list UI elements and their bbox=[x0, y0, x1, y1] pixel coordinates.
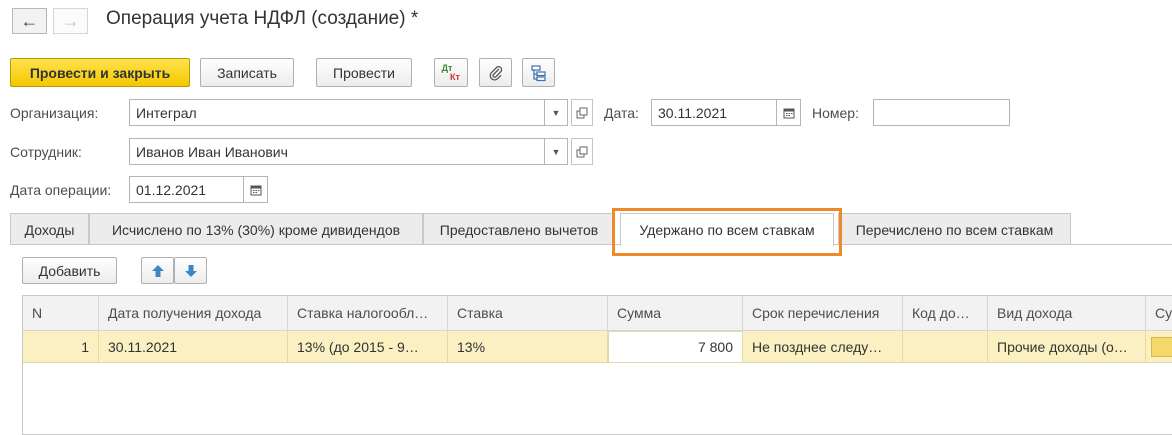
column-header-income-date[interactable]: Дата получения дохода bbox=[99, 296, 288, 331]
arrow-down-icon bbox=[184, 264, 197, 277]
chevron-down-icon: ▼ bbox=[551, 107, 561, 118]
date-calendar-button[interactable] bbox=[777, 99, 801, 126]
table-cell-transfer-term[interactable]: Не позднее следу… bbox=[743, 331, 903, 363]
organization-dropdown-button[interactable]: ▼ bbox=[545, 99, 568, 126]
structure-icon bbox=[530, 64, 546, 81]
employee-dropdown-button[interactable]: ▼ bbox=[545, 138, 568, 165]
column-header-income-type[interactable]: Вид дохода bbox=[988, 296, 1146, 331]
date-field[interactable]: 30.11.2021 bbox=[651, 99, 777, 126]
structure-button[interactable] bbox=[522, 58, 555, 87]
table-cell-rate[interactable]: 13% bbox=[448, 331, 608, 363]
column-header-transfer-term[interactable]: Срок перечисления bbox=[743, 296, 903, 331]
move-up-button[interactable] bbox=[141, 257, 174, 284]
tab-calculated[interactable]: Исчислено по 13% (30%) кроме дивидендов bbox=[89, 213, 423, 245]
arrow-left-icon: ← bbox=[20, 10, 39, 31]
table-cell-income-code[interactable] bbox=[903, 331, 988, 363]
calendar-icon bbox=[250, 185, 261, 195]
column-header-rate[interactable]: Ставка bbox=[448, 296, 608, 331]
forward-button[interactable]: → bbox=[53, 8, 88, 34]
operation-date-field[interactable]: 01.12.2021 bbox=[129, 176, 244, 203]
column-header-amount[interactable]: Сумма bbox=[608, 296, 743, 331]
column-header-income-code[interactable]: Код до… bbox=[903, 296, 988, 331]
arrow-up-icon bbox=[151, 264, 164, 277]
calendar-icon bbox=[783, 108, 794, 118]
organization-open-button[interactable] bbox=[571, 99, 593, 126]
table-cell-income-date[interactable]: 30.11.2021 bbox=[99, 331, 288, 363]
move-down-button[interactable] bbox=[174, 257, 207, 284]
kt-label: Кт bbox=[450, 71, 460, 82]
number-label: Номер: bbox=[812, 105, 859, 121]
column-header-amount-2[interactable]: Су bbox=[1146, 296, 1172, 331]
operation-date-label: Дата операции: bbox=[10, 182, 112, 198]
operation-date-calendar-button[interactable] bbox=[244, 176, 268, 203]
employee-open-button[interactable] bbox=[571, 138, 593, 165]
table-cell-amount[interactable]: 7 800 bbox=[608, 331, 743, 363]
organization-field[interactable]: Интеграл bbox=[129, 99, 545, 126]
save-button[interactable]: Записать bbox=[200, 58, 294, 87]
open-icon bbox=[576, 107, 588, 118]
employee-field[interactable]: Иванов Иван Иванович bbox=[129, 138, 545, 165]
table-cell-n[interactable]: 1 bbox=[23, 331, 99, 363]
tab-income[interactable]: Доходы bbox=[10, 213, 89, 245]
active-tab-highlight bbox=[612, 208, 842, 256]
paperclip-icon bbox=[489, 65, 502, 81]
back-button[interactable]: ← bbox=[12, 8, 47, 34]
attach-button[interactable] bbox=[479, 58, 512, 87]
dt-kt-button[interactable]: Дт Кт bbox=[434, 58, 468, 87]
cell-edit-marker bbox=[1151, 337, 1172, 357]
number-field[interactable] bbox=[873, 99, 1010, 126]
withheld-table[interactable]: N Дата получения дохода Ставка налогообл… bbox=[22, 295, 1172, 435]
tab-deductions[interactable]: Предоставлено вычетов bbox=[423, 213, 615, 245]
organization-label: Организация: bbox=[10, 105, 99, 121]
tab-divider bbox=[10, 244, 1172, 245]
chevron-down-icon: ▼ bbox=[551, 146, 561, 157]
employee-label: Сотрудник: bbox=[10, 144, 82, 160]
column-header-tax-rate-type[interactable]: Ставка налогообл… bbox=[288, 296, 448, 331]
post-button[interactable]: Провести bbox=[316, 58, 412, 87]
post-and-close-button[interactable]: Провести и закрыть bbox=[10, 58, 190, 87]
arrow-right-icon: → bbox=[61, 10, 80, 31]
tab-transferred[interactable]: Перечислено по всем ставкам bbox=[838, 213, 1071, 245]
table-cell-tax-rate-type[interactable]: 13% (до 2015 - 9… bbox=[288, 331, 448, 363]
page-title: Операция учета НДФЛ (создание) * bbox=[106, 8, 419, 29]
table-cell-income-type[interactable]: Прочие доходы (о… bbox=[988, 331, 1146, 363]
date-label: Дата: bbox=[604, 105, 639, 121]
column-header-n[interactable]: N bbox=[23, 296, 99, 331]
table-cell-amount-2[interactable] bbox=[1146, 331, 1172, 363]
open-icon bbox=[576, 146, 588, 157]
add-button[interactable]: Добавить bbox=[22, 257, 117, 284]
